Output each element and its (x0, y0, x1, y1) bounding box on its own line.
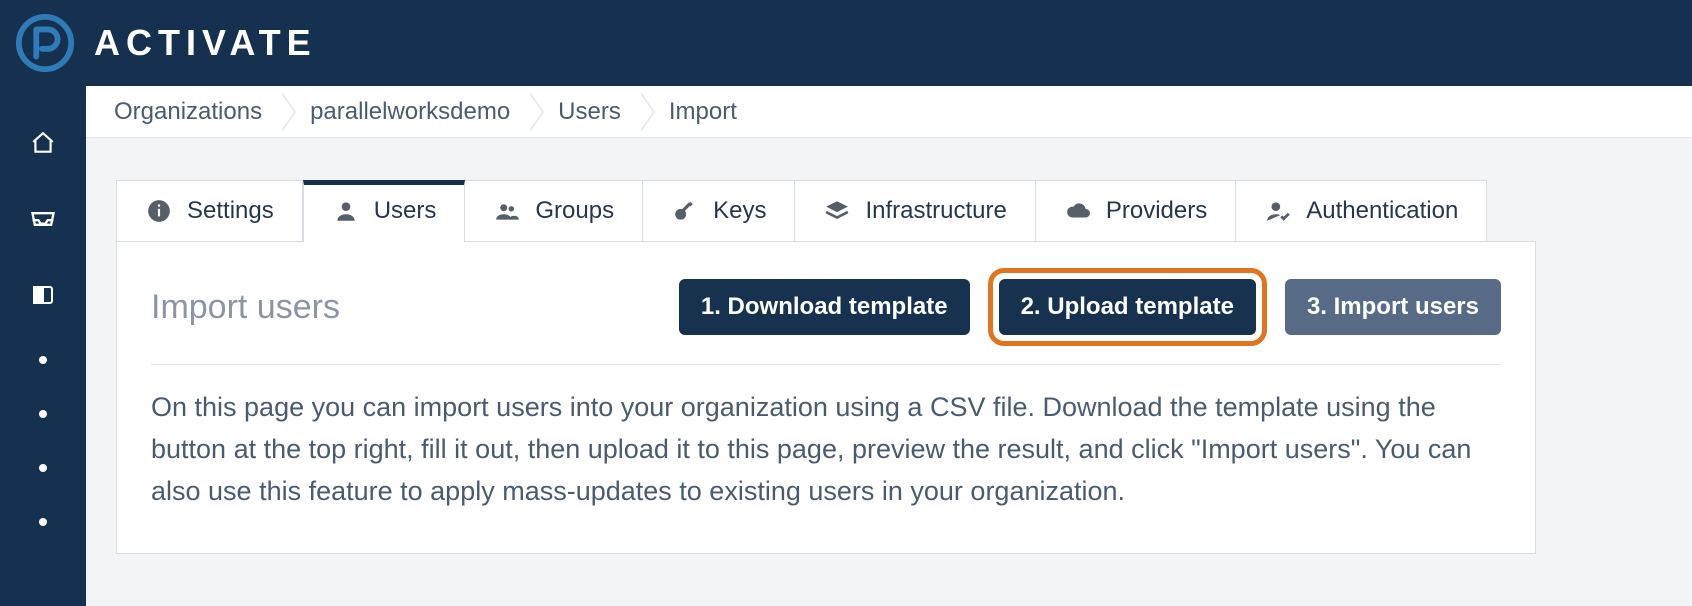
inbox-icon[interactable] (28, 204, 58, 234)
tab-settings[interactable]: Settings (116, 180, 303, 241)
tab-authentication[interactable]: Authentication (1236, 180, 1487, 241)
key-icon (671, 197, 699, 225)
tab-groups[interactable]: Groups (465, 180, 643, 241)
brand-logo-icon (14, 12, 76, 74)
import-users-button[interactable]: 3. Import users (1285, 279, 1501, 335)
tabs: Settings Users Groups (116, 180, 1692, 241)
sidebar-dot[interactable] (39, 464, 47, 472)
tab-label: Authentication (1306, 197, 1458, 225)
breadcrumb-label: Organizations (114, 98, 262, 126)
upload-template-button[interactable]: 2. Upload template (999, 279, 1256, 335)
panel-description: On this page you can import users into y… (151, 365, 1501, 513)
tab-keys[interactable]: Keys (643, 180, 795, 241)
home-icon[interactable] (28, 128, 58, 158)
sidebar-dot[interactable] (39, 518, 47, 526)
breadcrumb-item-users[interactable]: Users (544, 86, 655, 138)
layers-icon (823, 197, 851, 225)
info-icon (145, 197, 173, 225)
panel-import-users: Import users 1. Download template 2. Upl… (116, 241, 1536, 554)
tab-label: Infrastructure (865, 197, 1006, 225)
upload-template-highlight: 2. Upload template (988, 268, 1267, 346)
tab-users[interactable]: Users (303, 180, 466, 241)
breadcrumb-item-import[interactable]: Import (655, 86, 771, 138)
top-bar: ACTIVATE (0, 0, 1692, 86)
group-icon (493, 197, 521, 225)
sidebar-dot[interactable] (39, 356, 47, 364)
tab-label: Groups (535, 197, 614, 225)
breadcrumb-item-org[interactable]: parallelworksdemo (296, 86, 544, 138)
brand: ACTIVATE (14, 12, 317, 74)
sidebar-dot[interactable] (39, 410, 47, 418)
breadcrumb-item-organizations[interactable]: Organizations (114, 86, 296, 138)
tab-infrastructure[interactable]: Infrastructure (795, 180, 1035, 241)
tab-label: Settings (187, 197, 274, 225)
breadcrumb-label: Users (558, 98, 621, 126)
tab-label: Providers (1106, 197, 1207, 225)
panel-icon[interactable] (28, 280, 58, 310)
tab-label: Keys (713, 197, 766, 225)
brand-title: ACTIVATE (94, 22, 317, 64)
breadcrumb-label: parallelworksdemo (310, 98, 510, 126)
tab-providers[interactable]: Providers (1036, 180, 1236, 241)
page-title: Import users (151, 288, 340, 327)
breadcrumb-label: Import (669, 98, 737, 126)
user-icon (332, 197, 360, 225)
sidebar (0, 86, 86, 606)
tab-label: Users (374, 197, 437, 225)
download-template-button[interactable]: 1. Download template (679, 279, 970, 335)
step-buttons: 1. Download template 2. Upload template … (679, 268, 1501, 346)
user-check-icon (1264, 197, 1292, 225)
cloud-icon (1064, 197, 1092, 225)
breadcrumb: Organizations parallelworksdemo Users Im… (86, 86, 1692, 138)
